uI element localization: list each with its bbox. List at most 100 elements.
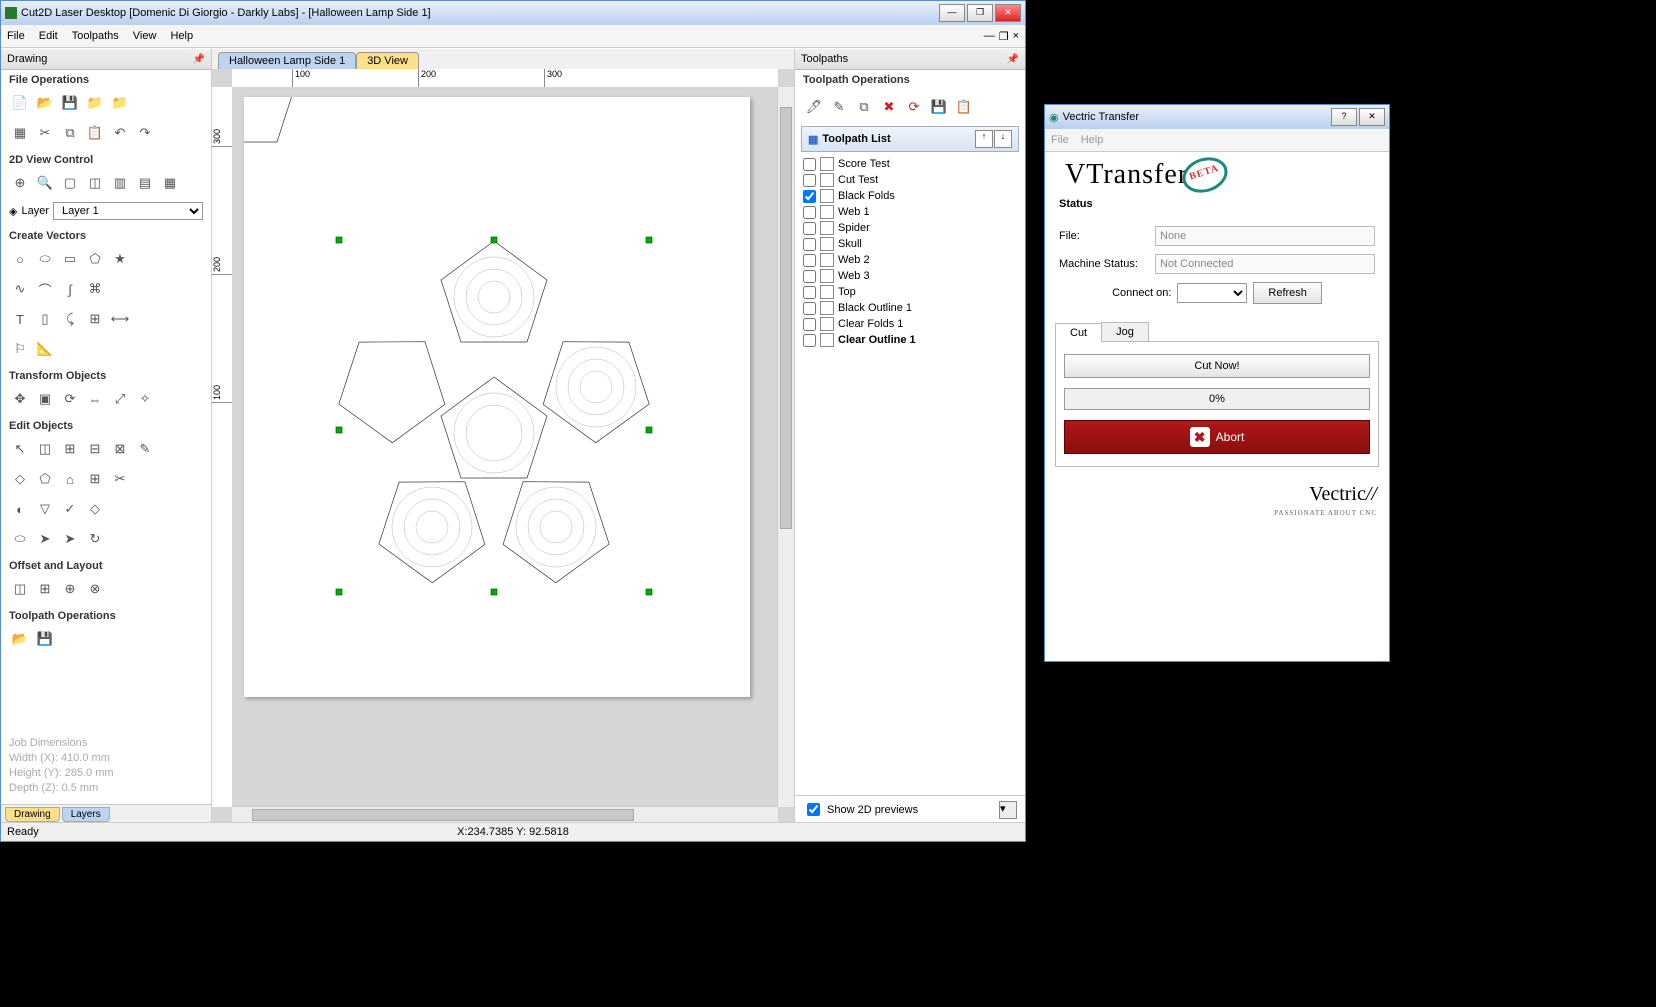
export-icon[interactable]: 📁 (109, 92, 131, 114)
e4-icon[interactable]: ⬠ (34, 468, 56, 490)
rotate-icon[interactable]: ⟳ (59, 388, 81, 410)
minimize-button[interactable]: — (939, 4, 965, 22)
tp-summary-icon[interactable]: 📋 (953, 96, 975, 118)
flag-icon[interactable]: ⚐ (9, 338, 31, 360)
select-icon[interactable]: ↖ (9, 438, 31, 460)
tab-document[interactable]: Halloween Lamp Side 1 (218, 52, 356, 69)
tp-save-icon[interactable]: 💾 (34, 628, 56, 650)
move-icon[interactable]: ✥ (9, 388, 31, 410)
zoom-fit-icon[interactable]: ⊕ (9, 172, 31, 194)
vt-close-button[interactable]: ✕ (1359, 108, 1385, 126)
undo-icon[interactable]: ↶ (109, 122, 131, 144)
show-2d-checkbox[interactable] (807, 803, 820, 816)
vt-abort-button[interactable]: ✖ Abort (1064, 420, 1370, 454)
array-icon[interactable]: ⊞ (34, 578, 56, 600)
toolpath-checkbox[interactable] (803, 334, 816, 347)
nest-icon[interactable]: ⊗ (84, 578, 106, 600)
toolpath-checkbox[interactable] (803, 222, 816, 235)
toolpath-item[interactable]: Web 3 (801, 268, 1019, 284)
e12-icon[interactable]: ⬭ (9, 528, 31, 550)
e10-icon[interactable]: ✓ (59, 498, 81, 520)
tp-save-icon[interactable]: 💾 (928, 96, 950, 118)
mdi-close[interactable]: × (1013, 30, 1019, 43)
toolpath-item[interactable]: Cut Test (801, 172, 1019, 188)
menu-view[interactable]: View (133, 30, 157, 42)
e15-icon[interactable]: ↻ (84, 528, 106, 550)
toolpath-checkbox[interactable] (803, 318, 816, 331)
e3-icon[interactable]: ◇ (9, 468, 31, 490)
tp-delete-icon[interactable]: ✖ (878, 96, 900, 118)
arc-icon[interactable]: ⌒ (34, 278, 56, 300)
tab-drawing[interactable]: Drawing (5, 807, 60, 822)
vt-menu-help[interactable]: Help (1081, 134, 1104, 146)
view-a-icon[interactable]: ▥ (109, 172, 131, 194)
close-button[interactable]: ✕ (995, 4, 1021, 22)
e5-icon[interactable]: ⌂ (59, 468, 81, 490)
zoom-win-icon[interactable]: ◫ (84, 172, 106, 194)
pin-icon[interactable]: 📌 (193, 54, 205, 65)
pin-icon[interactable]: 📌 (1007, 54, 1019, 65)
e1-icon[interactable]: ⊠ (109, 438, 131, 460)
tab-3d-view[interactable]: 3D View (356, 52, 419, 69)
curve-icon[interactable]: ∫ (59, 278, 81, 300)
text-icon[interactable]: T (9, 308, 31, 330)
mdi-min[interactable]: — (984, 30, 995, 43)
toolpath-item[interactable]: Web 2 (801, 252, 1019, 268)
dim-icon[interactable]: ⟷ (109, 308, 131, 330)
circle-icon[interactable]: ○ (9, 248, 31, 270)
polygon-icon[interactable]: ⬠ (84, 248, 106, 270)
toolpath-checkbox[interactable] (803, 238, 816, 251)
new-file-icon[interactable]: 📄 (9, 92, 31, 114)
menu-edit[interactable]: Edit (39, 30, 58, 42)
toolpath-item[interactable]: Skull (801, 236, 1019, 252)
trace-icon[interactable]: ⊞ (84, 308, 106, 330)
menu-toolpaths[interactable]: Toolpaths (72, 30, 119, 42)
vt-tab-jog[interactable]: Jog (1101, 322, 1149, 341)
toolpath-item[interactable]: Top (801, 284, 1019, 300)
toolpath-checkbox[interactable] (803, 254, 816, 267)
tp-open-icon[interactable]: 📂 (9, 628, 31, 650)
ungroup-icon[interactable]: ⊟ (84, 438, 106, 460)
vt-port-select[interactable] (1177, 283, 1247, 303)
mirror-icon[interactable]: ⇔ (84, 388, 106, 410)
toolpath-checkbox[interactable] (803, 286, 816, 299)
circ-array-icon[interactable]: ⊕ (59, 578, 81, 600)
tp-recalc-icon[interactable]: ⟳ (903, 96, 925, 118)
tab-layers[interactable]: Layers (62, 807, 110, 822)
distort-icon[interactable]: ✧ (134, 388, 156, 410)
toolpath-checkbox[interactable] (803, 206, 816, 219)
layer-select[interactable]: Layer 1 (53, 202, 203, 220)
node-edit-icon[interactable]: ◫ (34, 438, 56, 460)
vt-tab-cut[interactable]: Cut (1055, 323, 1102, 342)
paste-icon[interactable]: 📋 (84, 122, 106, 144)
layer-icon[interactable]: ◈ (9, 205, 17, 218)
text-arc-icon[interactable]: ⤹ (59, 308, 81, 330)
e8-icon[interactable]: ◐ (9, 498, 31, 520)
text-block-icon[interactable]: ▯ (34, 308, 56, 330)
spiral-icon[interactable]: ⌘ (84, 278, 106, 300)
open-file-icon[interactable]: 📂 (34, 92, 56, 114)
toolpath-item[interactable]: Score Test (801, 156, 1019, 172)
e14-icon[interactable]: ➤ (59, 528, 81, 550)
e11-icon[interactable]: ◇ (84, 498, 106, 520)
scrollbar-horizontal[interactable] (232, 806, 778, 823)
scale-icon[interactable]: ⤢ (109, 388, 131, 410)
copy-icon[interactable]: ⧉ (59, 122, 81, 144)
vt-refresh-button[interactable]: Refresh (1253, 282, 1322, 304)
move-up-button[interactable]: ↑ (975, 130, 993, 148)
toolpath-checkbox[interactable] (803, 190, 816, 203)
zoom-icon[interactable]: 🔍 (34, 172, 56, 194)
vt-help-button[interactable]: ? (1331, 108, 1357, 126)
group-icon[interactable]: ⊞ (59, 438, 81, 460)
ellipse-icon[interactable]: ⬭ (34, 248, 56, 270)
toolpath-item[interactable]: Web 1 (801, 204, 1019, 220)
offset-icon[interactable]: ◫ (9, 578, 31, 600)
zoom-sel-icon[interactable]: ▢ (59, 172, 81, 194)
tp-profile-icon[interactable]: 🖊 (803, 96, 825, 118)
toolpath-item[interactable]: Spider (801, 220, 1019, 236)
measure-icon[interactable]: 📐 (34, 338, 56, 360)
mdi-max[interactable]: ❐ (999, 30, 1009, 43)
list-options-button[interactable]: ▾ (999, 801, 1017, 819)
canvas[interactable] (232, 87, 778, 807)
e2-icon[interactable]: ✎ (134, 438, 156, 460)
